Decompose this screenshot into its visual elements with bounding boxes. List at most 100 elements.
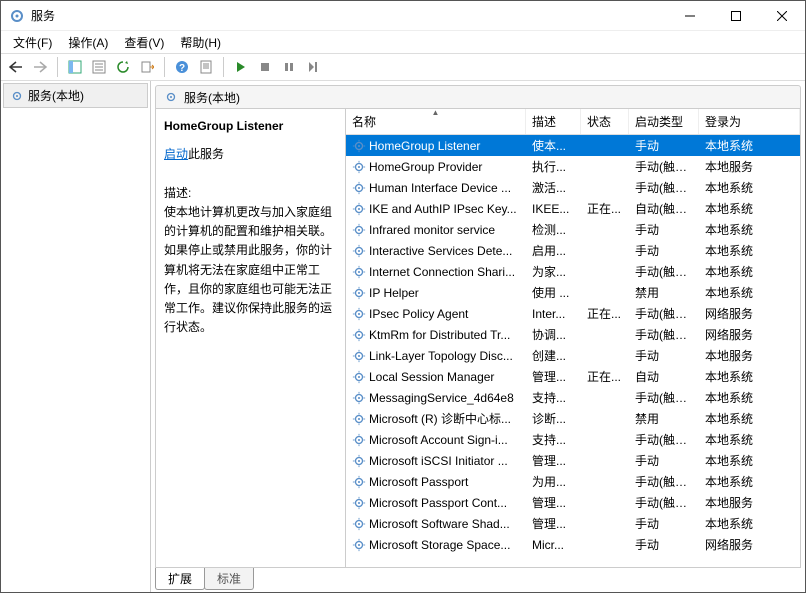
service-name: Microsoft Account Sign-i... — [369, 433, 508, 447]
service-logon: 本地系统 — [699, 263, 800, 280]
service-status: 正在... — [581, 368, 629, 385]
start-link[interactable]: 启动 — [164, 147, 188, 161]
service-icon — [352, 475, 366, 489]
service-logon: 网络服务 — [699, 536, 800, 553]
start-service-button[interactable] — [230, 56, 252, 78]
service-desc: 创建... — [526, 347, 581, 364]
service-desc: 支持... — [526, 431, 581, 448]
service-desc: 使用 ... — [526, 284, 581, 301]
column-desc[interactable]: 描述 — [526, 109, 581, 134]
maximize-button[interactable] — [713, 1, 759, 31]
service-row[interactable]: Local Session Manager管理...正在...自动本地系统 — [346, 366, 800, 387]
service-row[interactable]: Interactive Services Dete...启用...手动本地系统 — [346, 240, 800, 261]
column-name[interactable]: 名称▲ — [346, 109, 526, 134]
service-row[interactable]: Infrared monitor service检测...手动本地系统 — [346, 219, 800, 240]
column-startup[interactable]: 启动类型 — [629, 109, 699, 134]
service-icon — [352, 139, 366, 153]
service-row[interactable]: Human Interface Device ...激活...手动(触发...本… — [346, 177, 800, 198]
export-button[interactable] — [136, 56, 158, 78]
service-logon: 本地服务 — [699, 158, 800, 175]
service-logon: 本地系统 — [699, 284, 800, 301]
column-status[interactable]: 状态 — [581, 109, 629, 134]
service-row[interactable]: MessagingService_4d64e8支持...手动(触发...本地系统 — [346, 387, 800, 408]
toolbar-separator — [57, 57, 58, 77]
service-name: IP Helper — [369, 286, 419, 300]
service-startup: 手动(触发... — [629, 473, 699, 490]
back-button[interactable] — [5, 56, 27, 78]
tab-extended[interactable]: 扩展 — [155, 568, 205, 590]
service-row[interactable]: Microsoft Software Shad...管理...手动本地系统 — [346, 513, 800, 534]
window-title: 服务 — [31, 7, 667, 24]
service-desc: 为家... — [526, 263, 581, 280]
service-desc: 管理... — [526, 494, 581, 511]
column-logon[interactable]: 登录为 — [699, 109, 800, 134]
service-row[interactable]: Microsoft Storage Space...Micr...手动网络服务 — [346, 534, 800, 555]
service-desc: Inter... — [526, 307, 581, 321]
service-row[interactable]: KtmRm for Distributed Tr...协调...手动(触发...… — [346, 324, 800, 345]
tree-root-item[interactable]: 服务(本地) — [3, 83, 148, 108]
content-row: HomeGroup Listener 启动此服务 描述: 使本地计算机更改与加入… — [155, 109, 801, 568]
menu-action[interactable]: 操作(A) — [60, 32, 116, 53]
properties-page-button[interactable] — [195, 56, 217, 78]
service-name: Infrared monitor service — [369, 223, 495, 237]
service-icon — [352, 412, 366, 426]
menu-view[interactable]: 查看(V) — [116, 32, 172, 53]
service-row[interactable]: Link-Layer Topology Disc...创建...手动本地服务 — [346, 345, 800, 366]
tab-standard[interactable]: 标准 — [204, 568, 254, 590]
service-startup: 手动(触发... — [629, 494, 699, 511]
service-icon — [352, 496, 366, 510]
pause-service-button[interactable] — [278, 56, 300, 78]
restart-service-button[interactable] — [302, 56, 324, 78]
service-startup: 手动 — [629, 242, 699, 259]
service-logon: 本地系统 — [699, 368, 800, 385]
service-name: Human Interface Device ... — [369, 181, 511, 195]
service-startup: 手动 — [629, 452, 699, 469]
service-logon: 本地系统 — [699, 179, 800, 196]
description-label: 描述: — [164, 184, 335, 201]
service-logon: 本地系统 — [699, 221, 800, 238]
service-logon: 本地系统 — [699, 473, 800, 490]
service-startup: 手动(触发... — [629, 158, 699, 175]
service-row[interactable]: IPsec Policy AgentInter...正在...手动(触发...网… — [346, 303, 800, 324]
service-row[interactable]: IP Helper使用 ...禁用本地系统 — [346, 282, 800, 303]
service-startup: 手动(触发... — [629, 389, 699, 406]
service-name: KtmRm for Distributed Tr... — [369, 328, 510, 342]
services-icon — [164, 90, 178, 104]
menu-help[interactable]: 帮助(H) — [172, 32, 229, 53]
service-logon: 本地系统 — [699, 137, 800, 154]
service-startup: 手动 — [629, 221, 699, 238]
service-icon — [352, 433, 366, 447]
properties-button[interactable] — [88, 56, 110, 78]
service-row[interactable]: IKE and AuthIP IPsec Key...IKEE...正在...自… — [346, 198, 800, 219]
service-name: Internet Connection Shari... — [369, 265, 515, 279]
service-row[interactable]: Microsoft Account Sign-i...支持...手动(触发...… — [346, 429, 800, 450]
service-name: HomeGroup Listener — [369, 139, 480, 153]
service-row[interactable]: Microsoft Passport Cont...管理...手动(触发...本… — [346, 492, 800, 513]
app-icon — [9, 8, 25, 24]
start-service-line: 启动此服务 — [164, 145, 335, 162]
service-row[interactable]: Microsoft (R) 诊断中心标...诊断...禁用本地系统 — [346, 408, 800, 429]
minimize-button[interactable] — [667, 1, 713, 31]
stop-service-button[interactable] — [254, 56, 276, 78]
service-name: Local Session Manager — [369, 370, 494, 384]
menu-file[interactable]: 文件(F) — [5, 32, 60, 53]
service-icon — [352, 370, 366, 384]
refresh-button[interactable] — [112, 56, 134, 78]
titlebar: 服务 — [1, 1, 805, 31]
service-row[interactable]: HomeGroup Provider执行...手动(触发...本地服务 — [346, 156, 800, 177]
svg-text:?: ? — [179, 63, 185, 74]
service-row[interactable]: Internet Connection Shari...为家...手动(触发..… — [346, 261, 800, 282]
service-row[interactable]: Microsoft iSCSI Initiator ...管理...手动本地系统 — [346, 450, 800, 471]
show-hide-tree-button[interactable] — [64, 56, 86, 78]
start-rest: 此服务 — [188, 147, 224, 161]
service-row[interactable]: Microsoft Passport为用...手动(触发...本地系统 — [346, 471, 800, 492]
service-logon: 本地服务 — [699, 347, 800, 364]
close-button[interactable] — [759, 1, 805, 31]
service-desc: 管理... — [526, 515, 581, 532]
service-row[interactable]: HomeGroup Listener使本...手动本地系统 — [346, 135, 800, 156]
forward-button[interactable] — [29, 56, 51, 78]
help-button[interactable]: ? — [171, 56, 193, 78]
service-desc: 为用... — [526, 473, 581, 490]
services-list[interactable]: 名称▲ 描述 状态 启动类型 登录为 HomeGroup Listener使本.… — [346, 109, 800, 567]
service-startup: 手动(触发... — [629, 326, 699, 343]
